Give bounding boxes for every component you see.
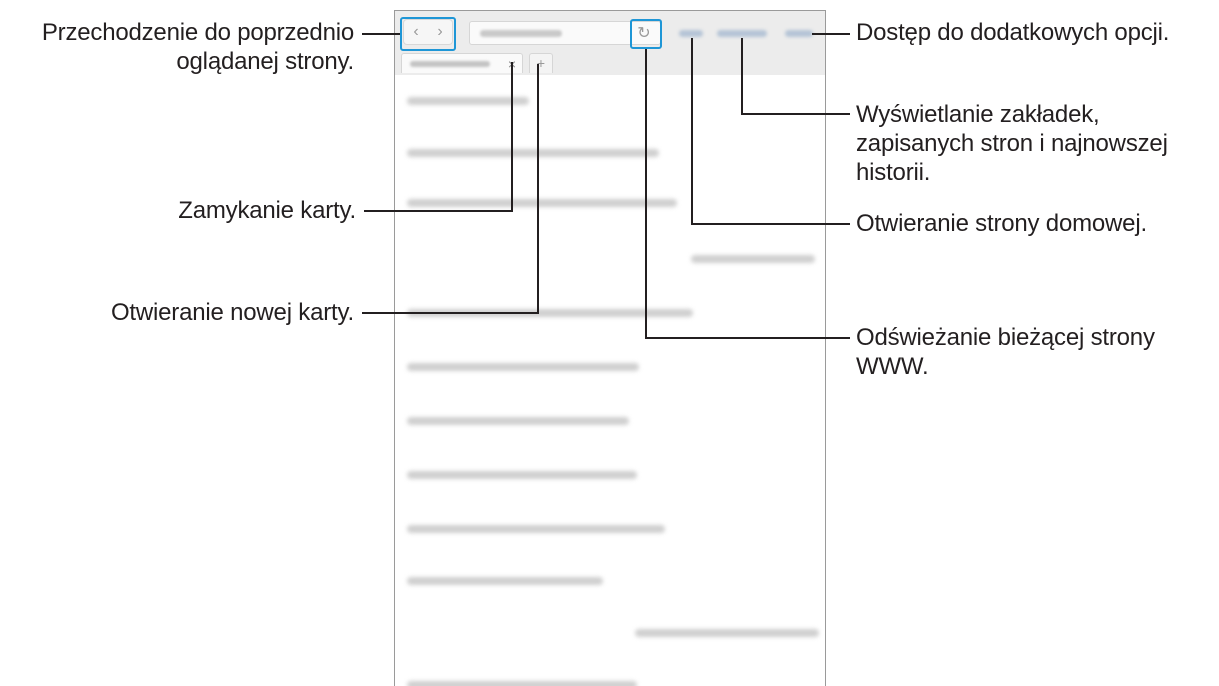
bookmarks-button[interactable] <box>717 30 767 37</box>
callout-back-forward: Przechodzenie do poprzednio oglądanej st… <box>42 18 354 76</box>
callout-refresh-line2: WWW. <box>856 353 929 380</box>
callout-bookmarks-line1: Wyświetlanie zakładek, <box>856 101 1100 128</box>
back-forward-buttons[interactable]: ‹ › <box>403 19 453 45</box>
callout-refresh-line1: Odświeżanie bieżącej strony <box>856 324 1155 351</box>
home-button[interactable] <box>679 30 703 37</box>
callout-new-tab: Otwieranie nowej karty. <box>110 299 354 326</box>
callout-bookmarks: Wyświetlanie zakładek, zapisanych stron … <box>856 100 1168 187</box>
tab-title-blurred <box>410 61 490 67</box>
content-line <box>407 309 693 317</box>
content-line <box>407 525 665 533</box>
chevron-right-icon[interactable]: › <box>437 23 442 41</box>
more-options-button[interactable] <box>785 30 813 37</box>
new-tab-button[interactable]: + <box>529 53 553 73</box>
callout-back-forward-line2: oglądanej strony. <box>176 48 354 75</box>
content-line <box>407 471 637 479</box>
callout-bookmarks-line3: historii. <box>856 159 931 186</box>
chevron-left-icon[interactable]: ‹ <box>413 23 418 41</box>
url-text-blurred <box>480 30 562 37</box>
content-line <box>407 363 639 371</box>
browser-toolbar: ‹ › ↻ × + <box>395 11 825 75</box>
content-line <box>407 577 603 585</box>
callout-refresh: Odświeżanie bieżącej strony WWW. <box>856 323 1155 381</box>
content-line <box>407 149 659 157</box>
callout-bookmarks-line2: zapisanych stron i najnowszej <box>856 130 1168 157</box>
callout-back-forward-line1: Przechodzenie do poprzednio <box>41 19 354 46</box>
reload-icon[interactable]: ↻ <box>633 23 655 45</box>
content-line <box>407 97 529 105</box>
callout-close-tab: Zamykanie karty. <box>178 197 356 224</box>
tab-strip: × + <box>395 51 825 75</box>
content-line <box>407 199 677 207</box>
callout-home: Otwieranie strony domowej. <box>856 210 1147 237</box>
callout-more-options: Dostęp do dodatkowych opcji. <box>856 19 1170 46</box>
content-line <box>635 629 819 637</box>
content-line <box>407 417 629 425</box>
close-tab-icon[interactable]: × <box>508 54 516 74</box>
tab-current[interactable]: × <box>401 53 523 73</box>
diagram: ‹ › ↻ × + Przechodzenie do poprzednio og… <box>0 0 1219 686</box>
browser-screen: ‹ › ↻ × + <box>394 10 826 686</box>
content-line <box>407 681 637 686</box>
content-line <box>691 255 815 263</box>
